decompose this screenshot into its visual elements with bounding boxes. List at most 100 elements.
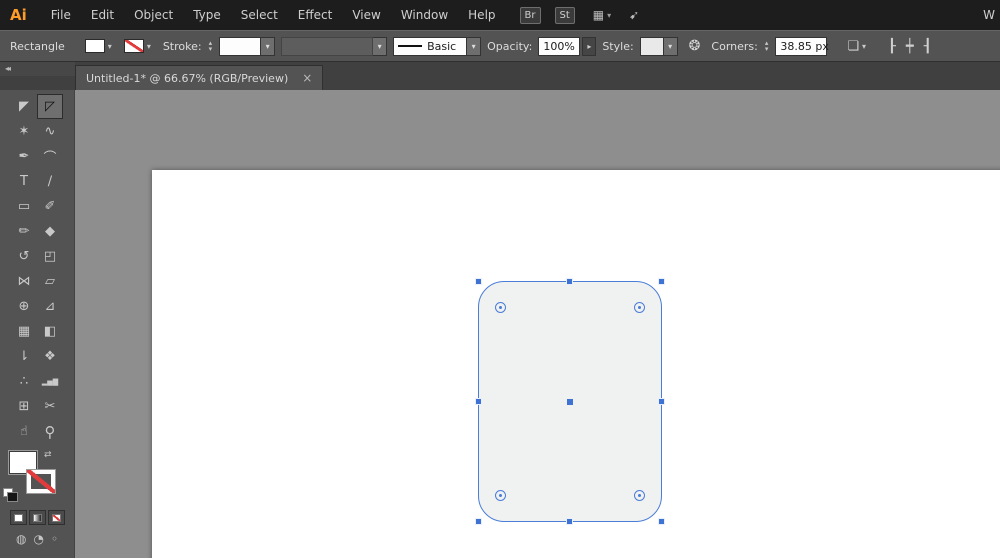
- type-tool[interactable]: T: [11, 169, 37, 194]
- width-tool[interactable]: ⋈: [11, 269, 37, 294]
- selection-handle-se[interactable]: [658, 518, 665, 525]
- menu-help[interactable]: Help: [458, 8, 505, 22]
- column-graph-tool[interactable]: ▂▅▇: [37, 369, 63, 394]
- rectangle-tool[interactable]: ▭: [11, 194, 37, 219]
- stock-button[interactable]: St: [554, 6, 575, 24]
- gpu-performance-button[interactable]: ➹: [629, 8, 639, 22]
- selection-handle-s[interactable]: [566, 518, 573, 525]
- pen-tool[interactable]: ✒: [11, 144, 37, 169]
- selection-handle-ne[interactable]: [658, 278, 665, 285]
- draw-inside-mode-icon[interactable]: ◦: [51, 532, 58, 546]
- lasso-tool[interactable]: ∿: [37, 119, 63, 144]
- stroke-weight-arrow[interactable]: ▾: [261, 36, 276, 56]
- opacity-label: Opacity:: [487, 39, 533, 53]
- opacity-value: 100%: [538, 36, 581, 56]
- corners-value-field[interactable]: 38.85 px: [775, 36, 829, 56]
- corner-widget-bl[interactable]: [495, 490, 506, 501]
- rotate-tool[interactable]: ↺: [11, 244, 37, 269]
- none-button[interactable]: [47, 510, 65, 525]
- color-button[interactable]: [9, 510, 27, 525]
- variable-width-profile-combo[interactable]: ▾: [281, 36, 388, 56]
- toolbar-collapse-button[interactable]: ◂◂: [0, 62, 75, 76]
- gradient-icon: [32, 513, 42, 522]
- selection-tool[interactable]: ◤: [11, 94, 37, 119]
- menu-effect[interactable]: Effect: [288, 8, 343, 22]
- hand-tool[interactable]: ☝: [11, 419, 37, 444]
- tab-close-icon[interactable]: ×: [302, 71, 312, 85]
- align-center-button[interactable]: ┿: [906, 39, 914, 54]
- pasteboard[interactable]: [75, 90, 1000, 558]
- variable-width-arrow[interactable]: ▾: [373, 36, 388, 56]
- symbol-sprayer-tool[interactable]: ∴: [11, 369, 37, 394]
- eraser-tool[interactable]: ◆: [37, 219, 63, 244]
- mesh-tool[interactable]: ▦: [11, 319, 37, 344]
- direct-selection-tool[interactable]: ◸: [37, 94, 63, 119]
- recolor-artwork-icon[interactable]: ❂: [689, 38, 701, 54]
- stroke-color-dropdown[interactable]: ▾: [123, 39, 151, 53]
- draw-normal-mode-icon[interactable]: ◍: [16, 532, 26, 546]
- blend-tool[interactable]: ❖: [37, 344, 63, 369]
- arrange-documents-button[interactable]: ▦ ▾: [593, 8, 611, 22]
- shape-builder-tool[interactable]: ⊕: [11, 294, 37, 319]
- selected-rectangle-shape[interactable]: [475, 278, 665, 525]
- perspective-grid-tool[interactable]: ⊿: [37, 294, 63, 319]
- bridge-button[interactable]: Br: [519, 6, 541, 24]
- pencil-tool[interactable]: ✏: [11, 219, 37, 244]
- opacity-flyout-button[interactable]: ▸: [582, 36, 597, 56]
- corner-widget-tl[interactable]: [495, 302, 506, 313]
- corner-widget-br[interactable]: [634, 490, 645, 501]
- center-point[interactable]: [567, 398, 573, 405]
- zoom-tool[interactable]: ⚲: [37, 419, 63, 444]
- align-left-button[interactable]: ┠: [888, 39, 896, 54]
- color-icon: [13, 513, 23, 522]
- menu-bar: Ai File Edit Object Type Select Effect V…: [0, 0, 1000, 30]
- paintbrush-tool[interactable]: ✐: [37, 194, 63, 219]
- arrange-documents-icon: ▦: [592, 8, 605, 22]
- selection-handle-e[interactable]: [658, 397, 665, 405]
- selection-handle-n[interactable]: [566, 278, 573, 285]
- stroke-weight-stepper[interactable]: ▴ ▾: [209, 40, 213, 53]
- style-combo[interactable]: ▾: [639, 36, 678, 56]
- magic-wand-tool[interactable]: ✶: [11, 119, 37, 144]
- menu-object[interactable]: Object: [124, 8, 183, 22]
- menu-select[interactable]: Select: [231, 8, 288, 22]
- gradient-button[interactable]: [28, 510, 46, 525]
- gradient-tool[interactable]: ◧: [37, 319, 63, 344]
- document-tab-title: Untitled-1* @ 66.67% (RGB/Preview): [86, 71, 289, 85]
- style-arrow[interactable]: ▾: [663, 36, 678, 56]
- slice-tool[interactable]: ✂: [37, 394, 63, 419]
- illustrator-window: Ai File Edit Object Type Select Effect V…: [0, 0, 1000, 558]
- scale-tool[interactable]: ◰: [37, 244, 63, 269]
- fill-color-dropdown[interactable]: ▾: [84, 39, 112, 53]
- free-transform-tool[interactable]: ▱: [37, 269, 63, 294]
- chevron-down-icon: ▾: [107, 41, 112, 51]
- selection-handle-sw[interactable]: [475, 518, 482, 525]
- menu-type[interactable]: Type: [183, 8, 231, 22]
- default-fill-stroke-icon[interactable]: [3, 488, 18, 502]
- eyedropper-tool[interactable]: ⇂: [11, 344, 37, 369]
- stroke-color-box[interactable]: [26, 469, 56, 494]
- document-tab[interactable]: Untitled-1* @ 66.67% (RGB/Preview) ×: [75, 65, 324, 90]
- selection-handle-w[interactable]: [475, 397, 482, 405]
- menu-view[interactable]: View: [342, 8, 390, 22]
- selection-handle-nw[interactable]: [475, 278, 482, 285]
- menu-edit[interactable]: Edit: [81, 8, 124, 22]
- menu-window[interactable]: Window: [391, 8, 458, 22]
- opacity-combo[interactable]: 100% ▸: [538, 36, 597, 56]
- draw-behind-mode-icon[interactable]: ◔: [33, 532, 43, 546]
- brush-definition-combo[interactable]: Basic ▾: [393, 36, 482, 56]
- workspace-switcher[interactable]: W: [983, 8, 995, 22]
- artboard-tool[interactable]: ⊞: [11, 394, 37, 419]
- fill-stroke-control: ⇄: [0, 448, 74, 504]
- corners-stepper[interactable]: ▴ ▾: [765, 40, 769, 53]
- menu-file[interactable]: File: [41, 8, 81, 22]
- brush-definition-arrow[interactable]: ▾: [467, 36, 482, 56]
- stroke-weight-combo[interactable]: ▾: [219, 36, 276, 56]
- curvature-tool[interactable]: ⌒: [37, 144, 63, 169]
- corner-widget-tr[interactable]: [634, 302, 645, 313]
- align-right-button[interactable]: ┨: [924, 39, 932, 54]
- line-segment-tool[interactable]: ∕: [37, 169, 63, 194]
- swap-fill-stroke-icon[interactable]: ⇄: [44, 450, 52, 460]
- transform-options-button[interactable]: ❏ ▾: [847, 39, 866, 54]
- align-buttons: ┠ ┿ ┨: [888, 39, 931, 54]
